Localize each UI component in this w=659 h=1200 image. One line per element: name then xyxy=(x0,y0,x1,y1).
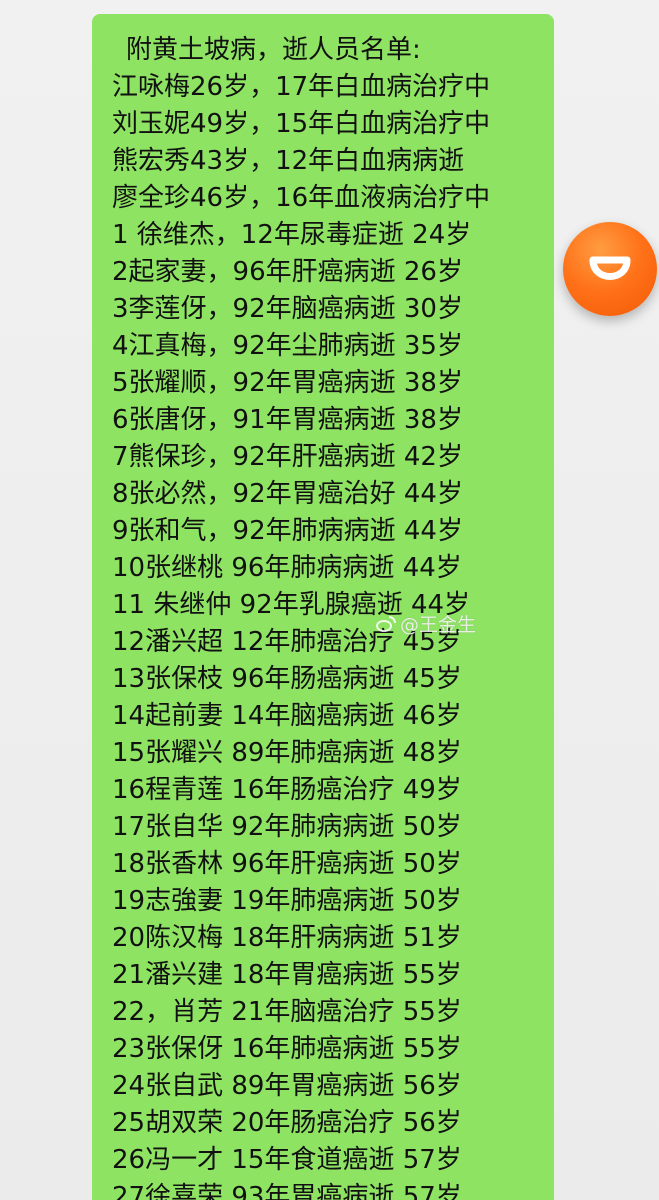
message-line: 2起家妻，96年肝癌病逝 26岁 xyxy=(112,257,463,287)
message-line: 8张必然，92年胃癌治好 44岁 xyxy=(112,479,463,509)
message-line: 熊宏秀43岁，12年白血病病逝 xyxy=(112,146,465,176)
message-line: 24张自武 89年胃癌病逝 56岁 xyxy=(112,1071,462,1101)
message-line: 5张耀顺，92年胃癌病逝 38岁 xyxy=(112,368,463,398)
message-line: 22，肖芳 21年脑癌治疗 55岁 xyxy=(112,997,462,1027)
message-line: 12潘兴超 12年肺癌治疗 45岁 xyxy=(112,627,462,657)
message-line: 18张香林 96年肝癌病逝 50岁 xyxy=(112,849,462,879)
message-line: 刘玉妮49岁，15年白血病治疗中 xyxy=(112,109,491,139)
floating-ride-button[interactable] xyxy=(563,222,657,316)
message-text: 附黄土坡病，逝人员名单: 江咏梅26岁，17年白血病治疗中 刘玉妮49岁，15年… xyxy=(112,32,554,1200)
message-line: 9张和气，92年肺病病逝 44岁 xyxy=(112,516,463,546)
message-line: 江咏梅26岁，17年白血病治疗中 xyxy=(112,72,491,102)
message-line: 廖全珍46岁，16年血液病治疗中 xyxy=(112,183,491,213)
message-line: 10张继桃 96年肺病病逝 44岁 xyxy=(112,553,462,583)
message-line: 1 徐维杰，12年尿毒症逝 24岁 xyxy=(112,220,472,250)
message-line: 27徐喜荣 93年胃癌病逝 57岁 xyxy=(112,1182,462,1200)
message-line: 23张保伢 16年肺癌病逝 55岁 xyxy=(112,1034,462,1064)
message-title: 附黄土坡病，逝人员名单: xyxy=(126,35,421,65)
message-line: 7熊保珍，92年肝癌病逝 42岁 xyxy=(112,442,463,472)
message-line: 14起前妻 14年脑癌病逝 46岁 xyxy=(112,701,462,731)
message-line: 19志強妻 19年肺癌病逝 50岁 xyxy=(112,886,462,916)
message-line: 13张保枝 96年肠癌病逝 45岁 xyxy=(112,664,462,694)
chat-screen: 附黄土坡病，逝人员名单: 江咏梅26岁，17年白血病治疗中 刘玉妮49岁，15年… xyxy=(0,0,659,1200)
message-line: 17张自华 92年肺病病逝 50岁 xyxy=(112,812,462,842)
message-line: 16程青莲 16年肠癌治疗 49岁 xyxy=(112,775,462,805)
message-line: 20陈汉梅 18年肝病病逝 51岁 xyxy=(112,923,462,953)
didi-ride-icon xyxy=(589,256,631,280)
message-line: 21潘兴建 18年胃癌病逝 55岁 xyxy=(112,960,462,990)
message-line: 15张耀兴 89年肺癌病逝 48岁 xyxy=(112,738,462,768)
message-line: 3李莲伢，92年脑癌病逝 30岁 xyxy=(112,294,463,324)
message-line: 26冯一才 15年食道癌逝 57岁 xyxy=(112,1145,462,1175)
message-line: 6张唐伢，91年胃癌病逝 38岁 xyxy=(112,405,463,435)
message-line: 25胡双荣 20年肠癌治疗 56岁 xyxy=(112,1108,462,1138)
message-line: 11 朱继仲 92年乳腺癌逝 44岁 xyxy=(112,590,471,620)
message-line: 4江真梅，92年尘肺病逝 35岁 xyxy=(112,331,463,361)
message-bubble: 附黄土坡病，逝人员名单: 江咏梅26岁，17年白血病治疗中 刘玉妮49岁，15年… xyxy=(92,14,554,1200)
